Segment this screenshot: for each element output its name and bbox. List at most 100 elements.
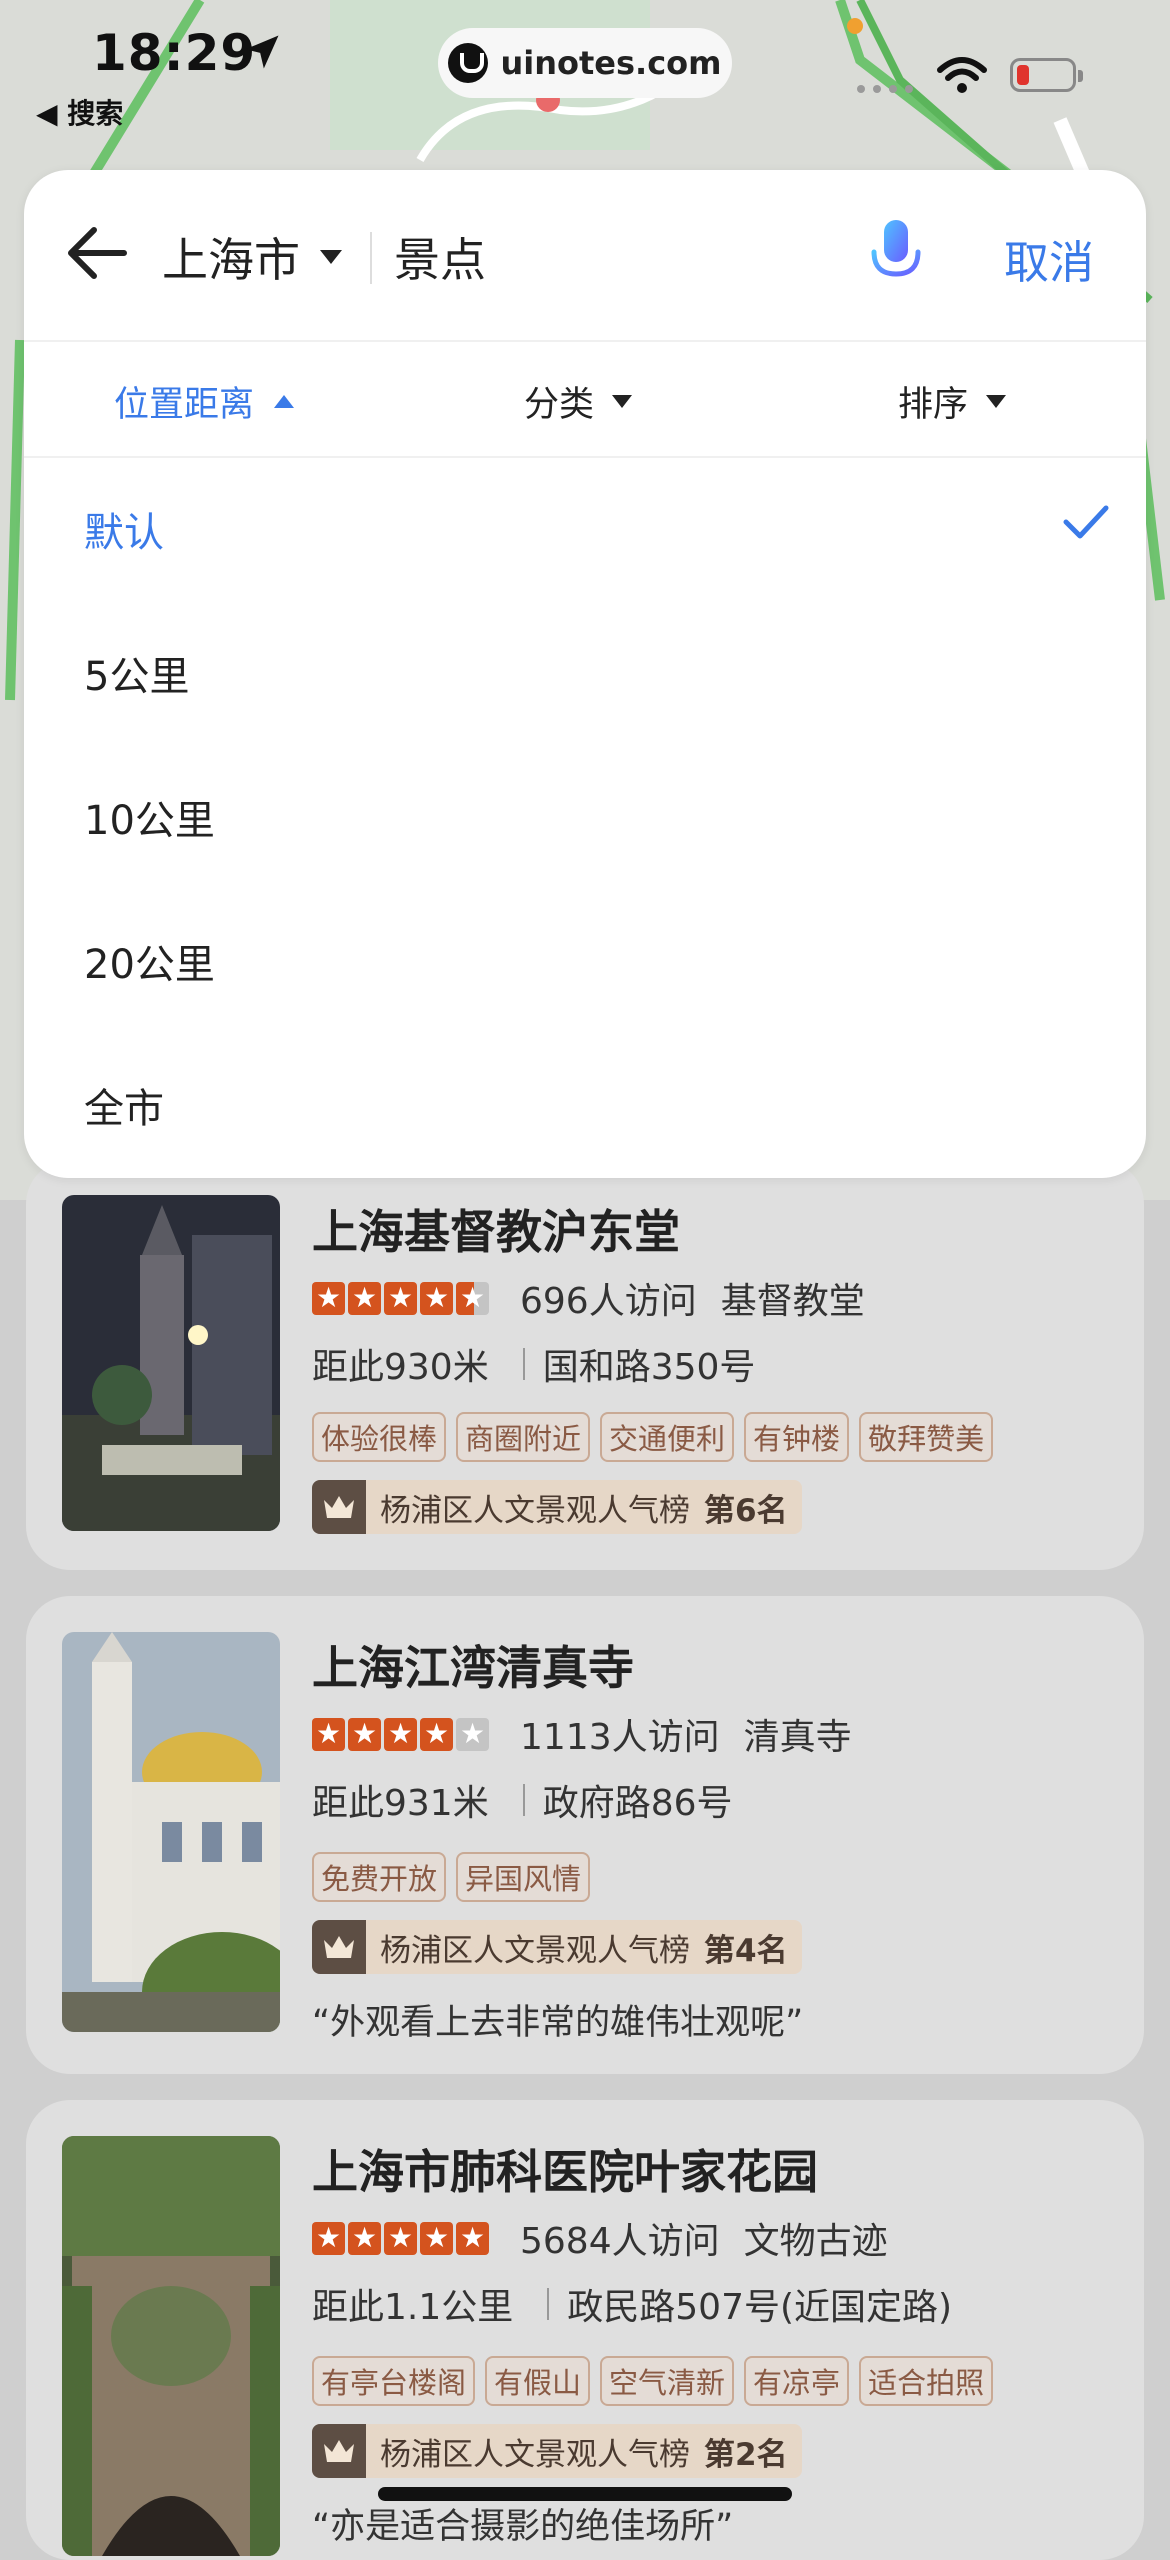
rating-stars: [312, 1280, 492, 1316]
filter-category[interactable]: 分类: [524, 376, 633, 427]
result-category: 清真寺: [743, 1717, 852, 1758]
star-icon: [312, 2220, 345, 2256]
result-card[interactable]: 上海基督教沪东堂 696人访问 基督教堂 距此930米 国和路350号 体验很棒…: [26, 1160, 1144, 1570]
search-bar: 上海市 景点 取消: [24, 170, 1146, 342]
divider: [522, 1348, 525, 1380]
cellular-signal-icon: [857, 85, 913, 93]
distance-option-5km[interactable]: 5公里: [84, 644, 189, 702]
tag-list: 体验很棒 商圈附近 交通便利 有钟楼 敬拜赞美: [312, 1412, 1003, 1462]
star-icon: [348, 2220, 381, 2256]
star-icon: [312, 1280, 345, 1316]
ranking-badge[interactable]: 杨浦区人文景观人气榜 第2名: [312, 2424, 802, 2478]
star-icon: [384, 1280, 417, 1316]
star-icon: [384, 2220, 417, 2256]
distance-row: 距此931米 政府路86号: [312, 1774, 733, 1826]
status-time: 18:29: [92, 24, 257, 82]
result-photo: [62, 1632, 280, 2032]
review-quote: “外观看上去非常的雄伟壮观呢”: [312, 2003, 804, 2043]
tag: 有钟楼: [744, 1412, 850, 1462]
rating-row: 1113人访问 清真寺: [312, 1708, 852, 1760]
tag: 商圈附近: [456, 1412, 591, 1462]
city-selector[interactable]: 上海市: [162, 224, 342, 290]
tag: 有凉亭: [744, 2356, 850, 2406]
star-icon: [348, 1280, 381, 1316]
location-arrow-icon: [245, 35, 279, 69]
ranking-number: 第6名: [704, 1492, 788, 1529]
tag: 免费开放: [312, 1852, 447, 1902]
result-name[interactable]: 上海江湾清真寺: [312, 1632, 634, 1698]
visit-count: 696人访问: [520, 1281, 697, 1322]
filter-sort[interactable]: 排序: [898, 376, 1007, 427]
uinotes-logo-icon: [448, 43, 489, 83]
search-input[interactable]: 景点: [394, 224, 486, 290]
result-photo: [62, 1195, 280, 1531]
caret-up-icon: [274, 395, 295, 408]
back-arrow-icon[interactable]: [62, 218, 132, 288]
church-photo: [62, 1195, 280, 1531]
city-label: 上海市: [162, 233, 300, 287]
divider: [370, 232, 372, 284]
star-icon: [456, 2220, 489, 2256]
ranking-badge[interactable]: 杨浦区人文景观人气榜 第6名: [312, 1480, 802, 1534]
star-icon: [312, 1716, 345, 1752]
mosque-photo: [62, 1632, 280, 2032]
wifi-icon: [937, 57, 987, 93]
distance-row: 距此930米 国和路350号: [312, 1338, 755, 1390]
ranking-text: 杨浦区人文景观人气榜: [380, 1932, 690, 1969]
tag: 有假山: [485, 2356, 591, 2406]
tag: 空气清新: [600, 2356, 735, 2406]
result-card[interactable]: 上海江湾清真寺 1113人访问 清真寺 距此931米 政府路86号 免费开放 异…: [26, 1596, 1144, 2074]
rating-stars: [312, 2220, 492, 2256]
distance-option-10km[interactable]: 10公里: [84, 788, 215, 846]
cancel-button[interactable]: 取消: [1004, 226, 1094, 291]
star-icon: [348, 1716, 381, 1752]
filter-sort-label: 排序: [898, 385, 969, 425]
rating-row: 696人访问 基督教堂: [312, 1272, 865, 1324]
checkmark-icon: [1063, 505, 1109, 539]
tag-list: 有亭台楼阁 有假山 空气清新 有凉亭 适合拍照: [312, 2356, 1003, 2406]
star-icon: [420, 1716, 453, 1752]
tag: 异国风情: [456, 1852, 591, 1902]
star-half-icon: [456, 1280, 489, 1316]
garden-photo: [62, 2136, 280, 2556]
url-text: uinotes.com: [500, 44, 722, 82]
star-icon: [384, 1716, 417, 1752]
caret-down-icon: [986, 395, 1007, 408]
result-address: 政府路86号: [542, 1783, 733, 1824]
distance-option-citywide[interactable]: 全市: [84, 1076, 164, 1134]
home-indicator[interactable]: [378, 2487, 792, 2501]
distance-option-default[interactable]: 默认: [84, 500, 164, 558]
url-pill[interactable]: uinotes.com: [438, 28, 732, 98]
ranking-number: 第2名: [704, 2436, 788, 2473]
caret-down-icon: [612, 395, 633, 408]
result-name[interactable]: 上海市肺科医院叶家花园: [312, 2136, 818, 2202]
result-category: 文物古迹: [743, 2221, 888, 2262]
distance-option-20km[interactable]: 20公里: [84, 932, 215, 990]
crown-icon: [312, 2424, 366, 2478]
filter-category-label: 分类: [524, 385, 595, 425]
star-icon: [420, 2220, 453, 2256]
back-to-app-link[interactable]: ◀ 搜索: [36, 92, 123, 132]
crown-icon: [312, 1920, 366, 1974]
visit-count: 5684人访问: [520, 2221, 720, 2262]
result-distance: 距此1.1公里: [312, 2287, 514, 2328]
filter-distance-label: 位置距离: [114, 385, 255, 425]
result-address: 政民路507号(近国定路): [567, 2287, 953, 2328]
rating-row: 5684人访问 文物古迹: [312, 2212, 888, 2264]
battery-icon: [1010, 58, 1083, 92]
status-bar: 18:29 ◀ 搜索 uinotes.com: [0, 0, 1170, 170]
microphone-icon[interactable]: [868, 216, 924, 296]
tag: 有亭台楼阁: [312, 2356, 476, 2406]
tag: 适合拍照: [859, 2356, 994, 2406]
tag-list: 免费开放 异国风情: [312, 1852, 600, 1902]
tag: 交通便利: [600, 1412, 735, 1462]
review-quote: “亦是适合摄影的绝佳场所”: [312, 2507, 734, 2547]
divider: [547, 2288, 550, 2320]
ranking-number: 第4名: [704, 1932, 788, 1969]
rating-stars: [312, 1716, 492, 1752]
filter-distance[interactable]: 位置距离: [114, 376, 295, 427]
result-name[interactable]: 上海基督教沪东堂: [312, 1196, 680, 1262]
result-category: 基督教堂: [720, 1281, 865, 1322]
ranking-text: 杨浦区人文景观人气榜: [380, 1492, 690, 1529]
ranking-badge[interactable]: 杨浦区人文景观人气榜 第4名: [312, 1920, 802, 1974]
